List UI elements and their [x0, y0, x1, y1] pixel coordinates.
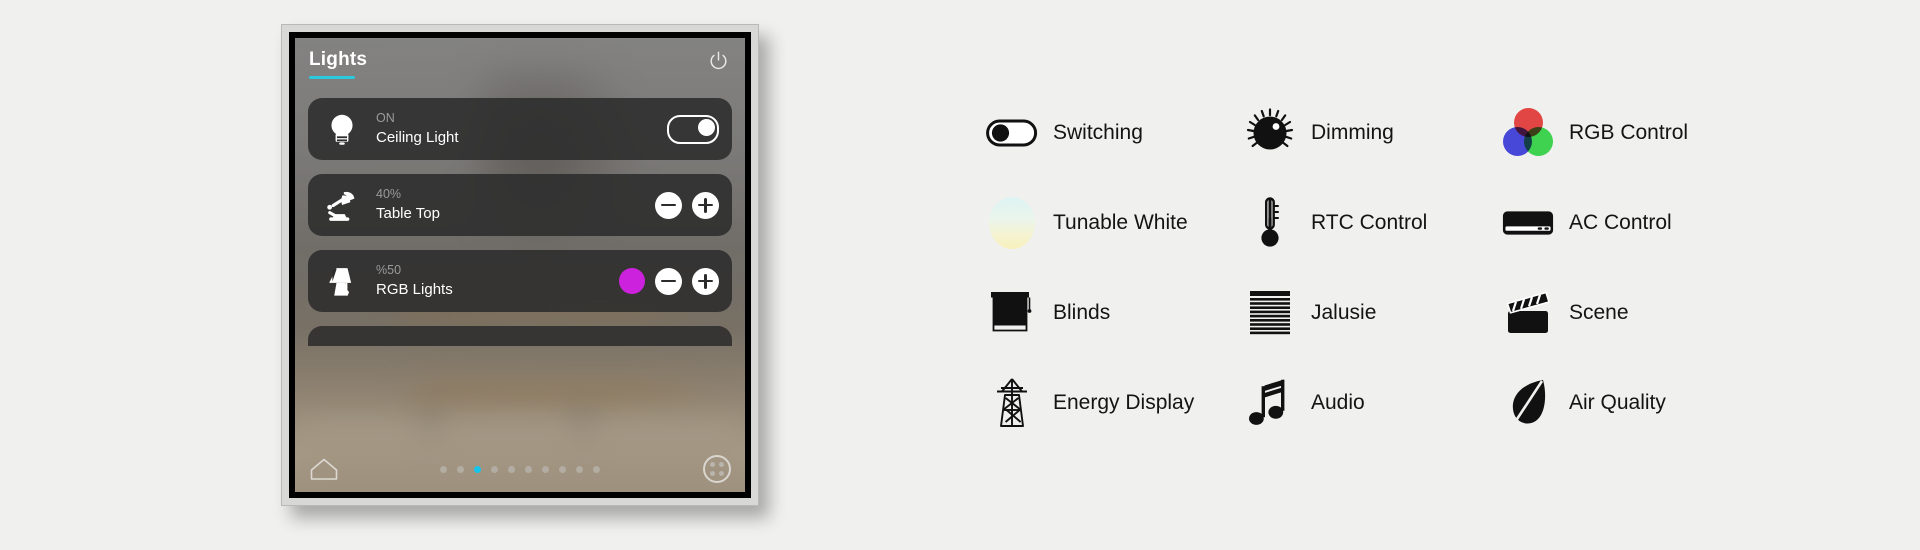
home-icon[interactable] [309, 456, 339, 482]
page-dot[interactable] [474, 465, 481, 473]
legend-item-blinds[interactable]: Blinds [985, 286, 1243, 340]
power-icon[interactable] [706, 49, 731, 74]
page-dot[interactable] [542, 465, 549, 473]
smart-panel-device: Lights ON Ceiling Light 40% Table Top %5… [281, 24, 759, 506]
legend-label: Tunable White [1053, 211, 1188, 234]
rgb-circles-icon [1501, 106, 1555, 160]
power-pylon-icon [985, 376, 1039, 430]
rgb-color-swatch[interactable] [619, 268, 645, 294]
device-card-rgb-lights[interactable]: %50 RGB Lights [308, 250, 732, 312]
ceiling-light-toggle[interactable] [667, 114, 719, 144]
ceiling-bulb-icon [318, 105, 366, 153]
page-dot[interactable] [491, 465, 498, 473]
legend-item-ac-control[interactable]: AC Control [1501, 196, 1745, 250]
page-dot[interactable] [576, 465, 583, 473]
page-dot[interactable] [508, 465, 515, 473]
legend-label: Energy Display [1053, 391, 1195, 414]
jalusie-icon [1243, 286, 1297, 340]
legend-label: RTC Control [1311, 211, 1428, 234]
page-title: Lights [309, 49, 368, 70]
desk-lamp-icon [318, 181, 366, 229]
card-state-text: ON [376, 111, 395, 125]
legend-item-audio[interactable]: Audio [1243, 376, 1501, 430]
card-state-text: %50 [376, 263, 402, 277]
page-dot[interactable] [440, 465, 447, 473]
legend-label: Scene [1569, 301, 1629, 324]
clapperboard-icon [1501, 286, 1555, 340]
toggle-switch-icon [985, 106, 1039, 160]
page-dot[interactable] [593, 465, 600, 473]
legend-item-dimming[interactable]: Dimming [1243, 106, 1501, 160]
device-card-table-top[interactable]: 40% Table Top [308, 174, 732, 236]
legend-label: Audio [1311, 391, 1365, 414]
legend-item-switching[interactable]: Switching [985, 106, 1243, 160]
thermometer-icon [1243, 196, 1297, 250]
blinds-icon [985, 286, 1039, 340]
feature-icon-legend: Switching Dimming RGB Control Tunable Wh… [985, 88, 1745, 448]
table-lamp-icon [318, 257, 366, 305]
page-dot[interactable] [559, 465, 566, 473]
legend-item-rgb-control[interactable]: RGB Control [1501, 106, 1745, 160]
page-indicator-dots [295, 465, 745, 473]
legend-label: RGB Control [1569, 121, 1689, 144]
page-dot[interactable] [525, 465, 532, 473]
table-top-increase-button[interactable] [692, 191, 719, 219]
card-title-text: Table Top [376, 205, 440, 222]
panel-header: Lights [295, 38, 745, 98]
legend-item-scene[interactable]: Scene [1501, 286, 1745, 340]
rgb-decrease-button[interactable] [655, 267, 682, 295]
card-title-text: RGB Lights [376, 281, 453, 298]
dimmer-knob-icon [1243, 106, 1297, 160]
music-note-icon [1243, 376, 1297, 430]
toggle-knob [698, 118, 715, 136]
rgb-increase-button[interactable] [692, 267, 719, 295]
legend-label: Blinds [1053, 301, 1111, 324]
legend-label: Jalusie [1311, 301, 1377, 324]
legend-label: Dimming [1311, 121, 1394, 144]
device-card-list: ON Ceiling Light 40% Table Top %50 RGB L… [295, 98, 745, 446]
legend-item-tunable-white[interactable]: Tunable White [985, 196, 1243, 250]
page-dot[interactable] [457, 465, 464, 473]
device-screen: Lights ON Ceiling Light 40% Table Top %5… [295, 38, 745, 492]
title-accent-underline [309, 76, 355, 79]
legend-label: AC Control [1569, 211, 1672, 234]
legend-item-air-quality[interactable]: Air Quality [1501, 376, 1745, 430]
legend-label: Air Quality [1569, 391, 1666, 414]
legend-item-jalusie[interactable]: Jalusie [1243, 286, 1501, 340]
table-top-decrease-button[interactable] [655, 191, 682, 219]
air-conditioner-icon [1501, 196, 1555, 250]
apps-grid-icon[interactable] [703, 455, 731, 483]
leaf-icon [1501, 376, 1555, 430]
card-title-text: Ceiling Light [376, 129, 459, 146]
tunable-white-icon [985, 196, 1039, 250]
legend-item-rtc-control[interactable]: RTC Control [1243, 196, 1501, 250]
card-state-text: 40% [376, 187, 402, 201]
legend-item-energy-display[interactable]: Energy Display [985, 376, 1243, 430]
device-card-next-partial[interactable] [308, 326, 732, 346]
panel-bottom-bar [295, 446, 745, 492]
device-card-ceiling-light[interactable]: ON Ceiling Light [308, 98, 732, 160]
legend-label: Switching [1053, 121, 1143, 144]
